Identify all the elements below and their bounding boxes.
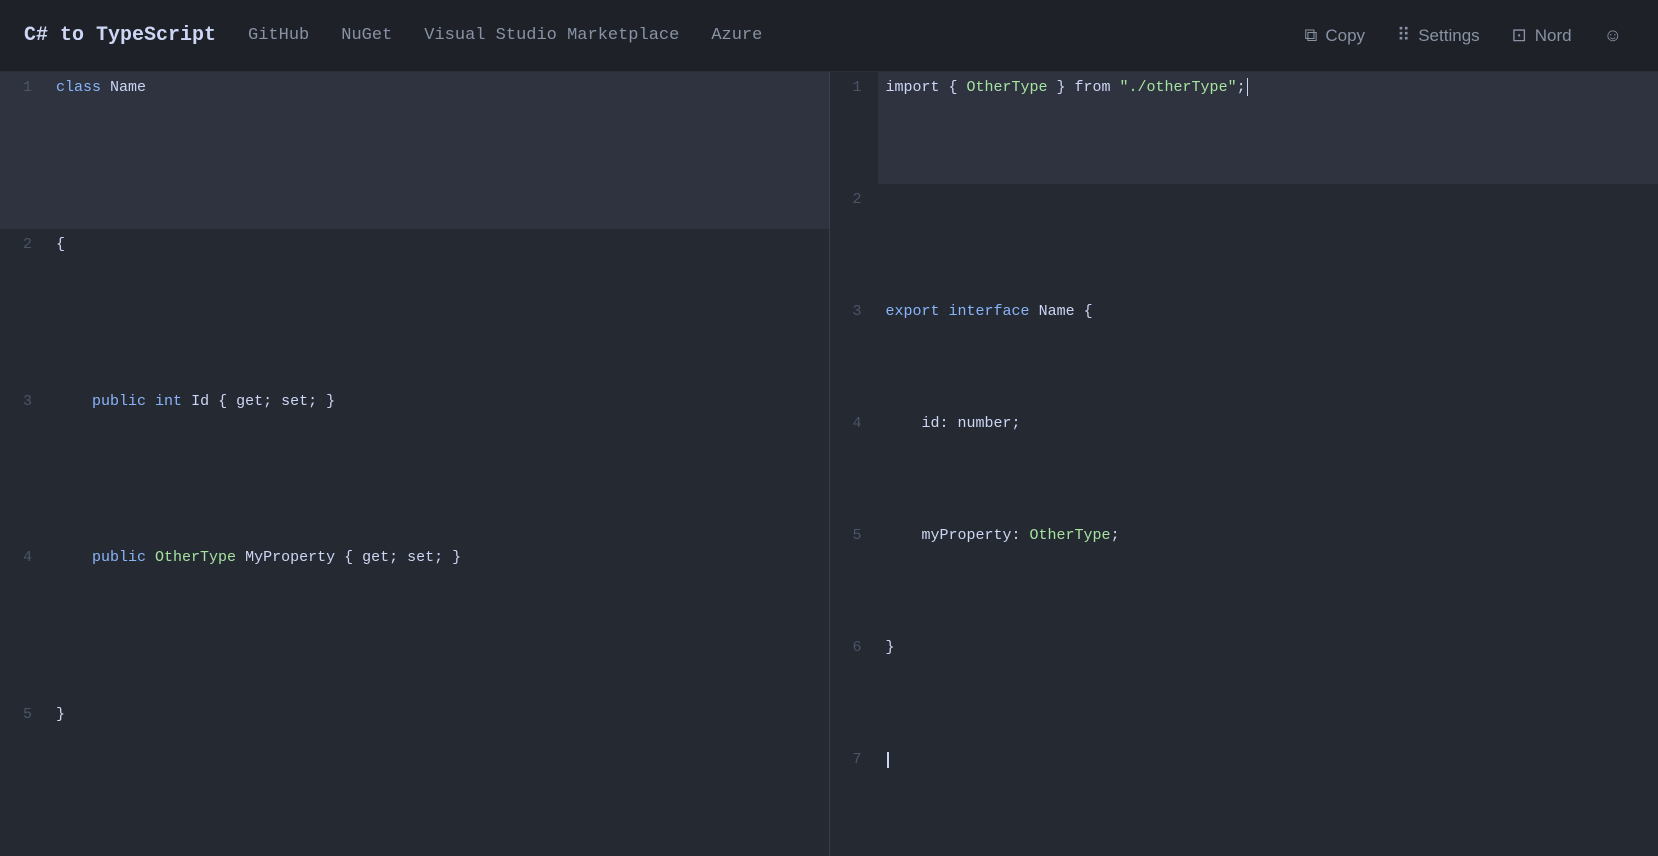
text-cursor (1247, 78, 1248, 96)
copy-label: Copy (1325, 26, 1365, 46)
right-code-lines: 1 import { OtherType } from "./otherType… (830, 72, 1658, 856)
code-text: { (1075, 303, 1093, 320)
line-content (878, 184, 1658, 296)
brace-span: } (56, 706, 65, 723)
keyword-span: int (155, 393, 182, 410)
navbar: C# to TypeScript GitHub NuGet Visual Stu… (0, 0, 1658, 72)
type-span: OtherType (155, 549, 236, 566)
type-span: OtherType (1030, 527, 1111, 544)
string-span: "./otherType" (1120, 79, 1237, 96)
table-row: 5 } (0, 699, 829, 856)
nord-icon: ⊡ (1512, 25, 1527, 46)
line-content: import { OtherType } from "./otherType"; (878, 72, 1658, 184)
table-row: 5 myProperty: OtherType; (830, 520, 1658, 632)
line-content (878, 744, 1658, 856)
table-row: 2 { (0, 229, 829, 386)
code-text: ; (1111, 527, 1120, 544)
line-number: 1 (830, 72, 878, 184)
right-code-area[interactable]: 1 import { OtherType } from "./otherType… (830, 72, 1658, 856)
nord-button[interactable]: ⊡ Nord (1500, 17, 1584, 54)
code-text: ; (1237, 79, 1246, 96)
line-content: } (878, 632, 1658, 744)
navbar-right: ⧉ Copy ⠿ Settings ⊡ Nord ☺ (1292, 17, 1634, 54)
code-text: MyProperty { get; set; } (245, 549, 461, 566)
keyword-span: public (92, 549, 146, 566)
type-name-span: Name (1039, 303, 1075, 320)
left-panel[interactable]: 1 class Name 2 { 3 public int Id { get; … (0, 72, 830, 856)
line-content: export interface Name { (878, 296, 1658, 408)
line-number: 2 (830, 184, 878, 296)
brace-span: { (56, 236, 65, 253)
main-content: 1 class Name 2 { 3 public int Id { get; … (0, 72, 1658, 856)
app-title: C# to TypeScript (24, 24, 216, 47)
copy-icon: ⧉ (1304, 25, 1317, 46)
settings-label: Settings (1418, 26, 1479, 46)
line-number: 2 (0, 229, 48, 386)
keyword-span: export (886, 303, 940, 320)
left-code-area[interactable]: 1 class Name 2 { 3 public int Id { get; … (0, 72, 829, 856)
table-row: 3 public int Id { get; set; } (0, 386, 829, 543)
table-row: 2 (830, 184, 1658, 296)
table-row: 4 id: number; (830, 408, 1658, 520)
line-content: { (48, 229, 829, 386)
table-row: 3 export interface Name { (830, 296, 1658, 408)
line-content: public int Id { get; set; } (48, 386, 829, 543)
settings-icon: ⠿ (1397, 25, 1410, 46)
navbar-left: C# to TypeScript GitHub NuGet Visual Stu… (24, 24, 1292, 47)
table-row: 4 public OtherType MyProperty { get; set… (0, 542, 829, 699)
line-content: myProperty: OtherType; (878, 520, 1658, 632)
code-text: id: number; (922, 415, 1021, 432)
code-text: } (886, 639, 895, 656)
type-name-span: Name (110, 79, 146, 96)
nav-link-azure[interactable]: Azure (711, 26, 762, 45)
code-text: myProperty: (922, 527, 1030, 544)
table-row: 1 import { OtherType } from "./otherType… (830, 72, 1658, 184)
line-number: 3 (830, 296, 878, 408)
code-text: Id { get; set; } (191, 393, 335, 410)
keyword-span: public (92, 393, 146, 410)
left-code-lines: 1 class Name 2 { 3 public int Id { get; … (0, 72, 829, 856)
user-icon: ☺ (1604, 25, 1622, 46)
table-row: 1 class Name (0, 72, 829, 229)
line-number: 5 (0, 699, 48, 856)
line-number: 1 (0, 72, 48, 229)
nav-link-github[interactable]: GitHub (248, 26, 309, 45)
cursor-bar (887, 752, 889, 768)
nord-label: Nord (1535, 26, 1572, 46)
line-content: id: number; (878, 408, 1658, 520)
line-number: 7 (830, 744, 878, 856)
nav-link-marketplace[interactable]: Visual Studio Marketplace (424, 26, 679, 45)
settings-button[interactable]: ⠿ Settings (1385, 17, 1492, 54)
right-panel[interactable]: 1 import { OtherType } from "./otherType… (830, 72, 1658, 856)
copy-button[interactable]: ⧉ Copy (1292, 17, 1377, 54)
line-number: 4 (830, 408, 878, 520)
line-number: 3 (0, 386, 48, 543)
type-span: OtherType (967, 79, 1048, 96)
keyword-span: interface (949, 303, 1030, 320)
line-number: 6 (830, 632, 878, 744)
line-number: 5 (830, 520, 878, 632)
code-text: import { (886, 79, 967, 96)
code-text: } from (1048, 79, 1120, 96)
table-row: 7 (830, 744, 1658, 856)
line-content: class Name (48, 72, 829, 229)
line-number: 4 (0, 542, 48, 699)
line-content: } (48, 699, 829, 856)
line-content: public OtherType MyProperty { get; set; … (48, 542, 829, 699)
user-icon-button[interactable]: ☺ (1592, 17, 1634, 54)
table-row: 6 } (830, 632, 1658, 744)
nav-link-nuget[interactable]: NuGet (341, 26, 392, 45)
keyword-span: class (56, 79, 101, 96)
